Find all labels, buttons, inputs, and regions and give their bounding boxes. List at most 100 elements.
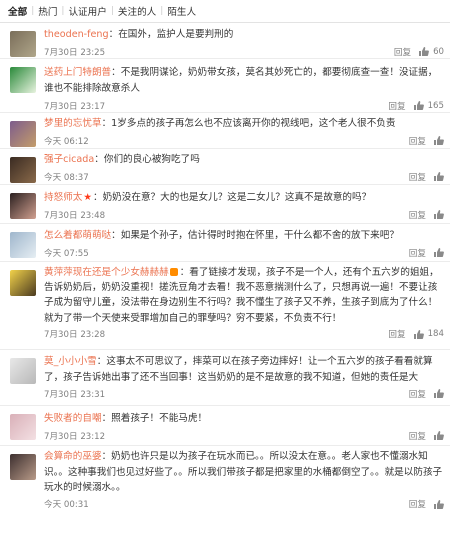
reply-button[interactable]: 回复	[409, 209, 426, 221]
reply-button[interactable]: 回复	[409, 247, 426, 259]
tab-separator: |	[160, 6, 164, 16]
comment-body: 失败者的自嘲：照着孩子！不能马虎！	[44, 406, 444, 427]
comment-meta: 7月30日 23:17 回复 165	[44, 97, 444, 114]
username-link[interactable]: 会算命的巫婆	[44, 451, 102, 462]
comment-time: 今天 00:31	[44, 500, 89, 510]
comment-meta: 7月30日 23:31 回复	[44, 385, 444, 402]
comment-body: 怎么着都萌萌哒：如果是个孙子，估计得时时抱在怀里，干什么都不舍的放下来吧？	[44, 224, 444, 244]
thumbs-up-icon	[434, 172, 444, 181]
avatar[interactable]	[10, 67, 36, 93]
tab-verified-users[interactable]: 认证用户	[68, 4, 106, 18]
username-link[interactable]: 怎么着都萌萌哒	[44, 230, 111, 241]
comment-text: ：如果是个孙子，估计得时时抱在怀里，干什么都不舍的放下来吧？	[111, 230, 399, 241]
avatar[interactable]	[10, 232, 36, 258]
username-link[interactable]: 莫_小小小雪	[44, 356, 97, 367]
avatar[interactable]	[10, 121, 36, 147]
avatar[interactable]	[10, 358, 36, 384]
thumbs-up-icon	[434, 499, 444, 509]
tab-hot[interactable]: 热门	[38, 4, 57, 18]
comment-meta: 今天 00:31 回复	[44, 496, 444, 513]
reply-button[interactable]: 回复	[394, 46, 411, 58]
comment-body: 莫_小小小雪：这事太不可思议了，摔菜可以在孩子旁边摔好！让一个五六岁的孩子看看就…	[44, 350, 444, 385]
thumbs-up-icon	[434, 389, 444, 398]
comment-time: 7月30日 23:31	[44, 389, 106, 400]
like-button[interactable]: 60	[419, 47, 444, 57]
reply-button[interactable]: 回复	[409, 498, 426, 510]
username-link[interactable]: 强子cicada	[44, 154, 94, 165]
username-link[interactable]: 持怒师太	[44, 192, 82, 203]
comment-item: theoden-feng：在国外，监护人是要判刑的 7月30日 23:25 回复…	[0, 23, 450, 59]
avatar[interactable]	[10, 454, 36, 480]
thumbs-up-icon	[434, 136, 444, 145]
avatar[interactable]	[10, 193, 36, 219]
like-button[interactable]	[434, 499, 444, 509]
comment-time: 7月30日 23:17	[44, 101, 106, 112]
comment-text: ：照着孩子！不能马虎！	[101, 413, 208, 424]
like-count: 60	[433, 46, 444, 57]
comment-meta: 今天 08:37 回复	[44, 168, 444, 185]
username-link[interactable]: 送药上门特朗普	[44, 67, 111, 78]
like-button[interactable]	[434, 431, 444, 440]
tab-strangers[interactable]: 陌生人	[167, 4, 196, 18]
like-button[interactable]	[434, 172, 444, 181]
comment-meta: 7月30日 23:48 回复	[44, 206, 444, 223]
comment-meta: 7月30日 23:28 回复 184	[44, 326, 444, 343]
comment-body: theoden-feng：在国外，监护人是要判刑的	[44, 23, 444, 43]
thumbs-up-icon	[434, 210, 444, 219]
thumbs-up-icon	[434, 431, 444, 440]
comment-time: 今天 08:37	[44, 172, 89, 183]
thumbs-up-icon	[434, 248, 444, 257]
comment-item: 怎么着都萌萌哒：如果是个孙子，估计得时时抱在怀里，干什么都不舍的放下来吧？ 今天…	[0, 224, 450, 262]
comment-meta: 7月30日 23:25 回复 60	[44, 43, 444, 60]
username-link[interactable]: 梦里的忘忧草	[44, 118, 102, 129]
tab-all[interactable]: 全部	[8, 4, 27, 18]
avatar[interactable]	[10, 270, 36, 296]
reply-button[interactable]: 回复	[409, 135, 426, 147]
avatar[interactable]	[10, 31, 36, 57]
thumbs-up-icon	[413, 329, 424, 339]
tab-separator: |	[110, 6, 114, 16]
like-button[interactable]: 184	[413, 329, 444, 339]
like-button[interactable]	[434, 248, 444, 257]
username-link[interactable]: 失败者的自嘲	[44, 413, 102, 424]
comment-text: ：在国外，监护人是要判刑的	[108, 29, 234, 40]
comment-body: 梦里的忘忧草：1岁多点的孩子再怎么也不应该离开你的视线吧，这个老人很不负责	[44, 113, 444, 132]
like-button[interactable]	[434, 389, 444, 398]
username-link[interactable]: 黄萍萍现在还是个少女赫赫赫	[44, 267, 169, 278]
comment-item: 持怒师太★：奶奶没在意？大的也是女儿？这是二女儿？这真不是故意的吗？ 7月30日…	[0, 185, 450, 224]
comment-body: 强子cicada：你们的良心被狗吃了吗	[44, 149, 444, 168]
comment-body: 持怒师太★：奶奶没在意？大的也是女儿？这是二女儿？这真不是故意的吗？	[44, 185, 444, 206]
avatar[interactable]	[10, 414, 36, 440]
comment-item: 会算命的巫婆：奶奶也许只是以为孩子在玩水而已。。所以没太在意。。老人家也不懂溺水…	[0, 446, 450, 516]
comment-text: ：奶奶也许只是以为孩子在玩水而已。。所以没太在意。。老人家也不懂溺水知识。。这种…	[44, 451, 443, 493]
reply-button[interactable]: 回复	[409, 388, 426, 400]
vip-badge-icon	[169, 268, 178, 276]
reply-button[interactable]: 回复	[409, 430, 426, 442]
comment-list: theoden-feng：在国外，监护人是要判刑的 7月30日 23:25 回复…	[0, 23, 450, 516]
like-button[interactable]: 165	[413, 101, 444, 111]
comment-meta: 今天 07:55 回复	[44, 244, 444, 261]
tab-following[interactable]: 关注的人	[118, 4, 156, 18]
comment-time: 7月30日 23:28	[44, 330, 106, 341]
comment-item: 送药上门特朗普：不是我阴谋论，奶奶带女孩，莫名其妙死亡的，都要彻底查一查！没证据…	[0, 59, 450, 113]
reply-button[interactable]: 回复	[388, 100, 405, 112]
avatar[interactable]	[10, 157, 36, 183]
comment-text: ：奶奶没在意？大的也是女儿？这是二女儿？这真不是故意的吗？	[92, 192, 372, 203]
tab-separator: |	[31, 6, 35, 16]
reply-button[interactable]: 回复	[388, 328, 405, 340]
comment-time: 7月30日 23:12	[44, 431, 106, 442]
comment-body: 会算命的巫婆：奶奶也许只是以为孩子在玩水而已。。所以没太在意。。老人家也不懂溺水…	[44, 446, 444, 496]
comment-meta: 今天 06:12 回复	[44, 132, 444, 149]
like-button[interactable]	[434, 136, 444, 145]
thumbs-up-icon	[419, 47, 429, 56]
like-button[interactable]	[434, 210, 444, 219]
comment-body: 黄萍萍现在还是个少女赫赫赫 ：看了链接才发现，孩子不是一个人，还有个五六岁的姐姐，…	[44, 262, 444, 326]
comment-text: ：你们的良心被狗吃了吗	[94, 154, 200, 165]
comment-time: 今天 06:12	[44, 136, 89, 147]
tab-separator: |	[61, 6, 65, 16]
comment-time: 7月30日 23:25	[44, 47, 106, 58]
reply-button[interactable]: 回复	[409, 171, 426, 183]
comment-item: 莫_小小小雪：这事太不可思议了，摔菜可以在孩子旁边摔好！让一个五六岁的孩子看看就…	[0, 350, 450, 406]
username-link[interactable]: theoden-feng	[44, 29, 109, 40]
comment-text: ：1岁多点的孩子再怎么也不应该离开你的视线吧，这个老人很不负责	[101, 118, 396, 129]
